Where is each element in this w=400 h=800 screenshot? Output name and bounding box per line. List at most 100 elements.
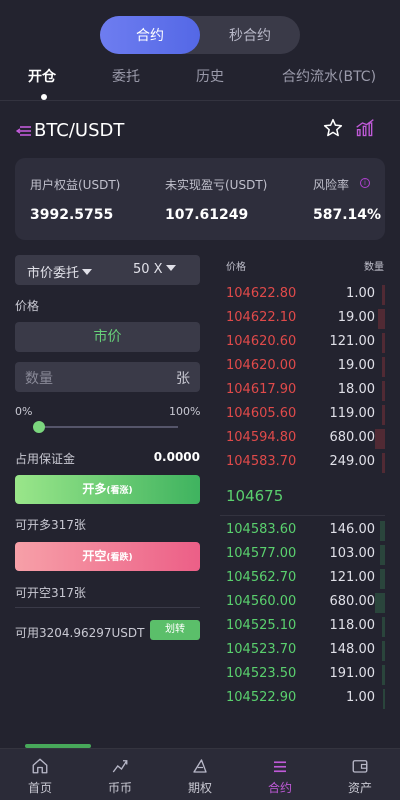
bid-depth-bar [380,521,385,541]
bid-price: 104577.00 [226,546,297,561]
risk-rate-label: 风险率 [313,178,350,192]
tabs-divider [0,100,400,101]
trade-tabs: 开仓 委托 历史 合约流水(BTC) [0,66,400,100]
pair-menu-icon[interactable] [16,123,32,139]
ask-quantity: 18.00 [337,382,375,397]
options-icon [193,759,207,773]
tab-history[interactable]: 历史 [196,66,224,86]
bid-row[interactable]: 104577.00 103.00 [220,543,385,567]
equity-value: 3992.5755 [30,207,114,223]
bid-price: 104523.70 [226,642,297,657]
ask-price: 104594.80 [226,430,297,445]
order-type-label: 市价委托 [27,266,80,281]
bid-price: 104583.60 [226,522,297,537]
bid-quantity: 121.00 [329,570,376,585]
nav-label-options: 期权 [187,781,212,795]
info-icon[interactable]: i [360,178,370,188]
nav-label-assets: 资产 [347,781,372,795]
bid-row[interactable]: 104560.00 680.00 [220,591,385,615]
kline-chart-icon[interactable] [355,118,375,138]
bid-row[interactable]: 104523.70 148.00 [220,639,385,663]
long-available-text: 可开多317张 [15,518,86,532]
ask-price: 104622.10 [226,310,297,325]
contract-mode-button[interactable]: 合约 [100,16,200,54]
tab-orders[interactable]: 委托 [112,66,140,86]
tab-contract-flow[interactable]: 合约流水(BTC) [282,66,376,86]
ask-price: 104620.60 [226,334,297,349]
ask-row[interactable]: 104620.00 19.00 [220,355,385,379]
bid-quantity: 191.00 [329,666,376,681]
nav-item-spot[interactable]: 币币 [80,749,160,800]
second-contract-mode-button[interactable]: 秒合约 [200,16,300,54]
bid-row[interactable]: 104562.70 121.00 [220,567,385,591]
open-long-button[interactable]: 开多(看涨) [15,475,200,504]
bid-quantity: 103.00 [329,546,376,561]
ask-row[interactable]: 104617.90 18.00 [220,379,385,403]
bid-depth-bar [380,545,385,565]
last-price: 104675 [226,487,284,505]
ask-depth-bar [381,357,385,377]
quantity-placeholder: 数量 [25,371,53,387]
orderbook-price-header: 价格 [226,262,246,273]
bid-row[interactable]: 104583.60 146.00 [220,519,385,543]
nav-item-options[interactable]: 期权 [160,749,240,800]
pair-header: BTC/USDT [16,118,386,144]
bid-row[interactable]: 104523.50 191.00 [220,663,385,687]
bid-quantity: 1.00 [346,690,375,705]
open-short-button[interactable]: 开空(看跌) [15,542,200,571]
bid-depth-bar [381,665,385,685]
ask-depth-bar [381,381,385,401]
bid-row[interactable]: 104522.90 1.00 [220,687,385,711]
bid-row[interactable]: 104525.10 118.00 [220,615,385,639]
wallet-icon [352,760,368,773]
ask-row[interactable]: 104622.10 19.00 [220,307,385,331]
quantity-input[interactable]: 数量 张 [15,362,200,392]
unrealized-pnl-label: 未实现盈亏(USDT) [165,178,268,192]
open-long-label: 开多 [82,482,107,496]
price-input[interactable]: 市价 [15,322,200,352]
percentage-slider-track[interactable] [38,426,178,428]
ask-depth-bar [381,333,385,353]
nav-item-home[interactable]: 首页 [0,749,80,800]
margin-value: 0.0000 [153,450,200,464]
tab-open-position[interactable]: 开仓 [28,66,56,86]
bid-depth-bar [381,641,385,661]
risk-rate-value: 587.14% [313,207,382,223]
favorite-star-icon[interactable] [323,118,343,138]
open-long-sub-label: (看涨) [106,486,133,496]
ask-quantity: 19.00 [337,358,375,373]
ask-price: 104620.00 [226,358,297,373]
nav-label-spot: 币币 [107,781,132,795]
ask-row[interactable]: 104583.70 249.00 [220,451,385,475]
bid-quantity: 148.00 [329,642,376,657]
available-balance: 可用3204.96297USDT [15,626,145,640]
ask-quantity: 119.00 [329,406,376,421]
ask-quantity: 1.00 [346,286,375,301]
pair-name[interactable]: BTC/USDT [34,120,124,141]
ask-row[interactable]: 104605.60 119.00 [220,403,385,427]
bottom-navigation: 首页 币币 期权 合约 资产 [0,748,400,800]
order-type-dropdown[interactable]: 市价委托 [27,262,93,281]
open-short-sub-label: (看跌) [106,553,133,563]
bid-depth-bar [381,617,385,637]
percentage-slider-handle[interactable] [33,421,45,433]
ask-row[interactable]: 104620.60 121.00 [220,331,385,355]
bid-price: 104560.00 [226,594,297,609]
bid-quantity: 146.00 [329,522,376,537]
ask-quantity: 249.00 [329,454,376,469]
leverage-dropdown[interactable]: 50 X [133,262,176,277]
nav-item-assets[interactable]: 资产 [320,749,400,800]
transfer-button[interactable]: 划转 [150,620,200,640]
nav-label-contract: 合约 [267,781,292,795]
nav-item-contract[interactable]: 合约 [240,749,320,800]
ask-row[interactable]: 104594.80 680.00 [220,427,385,451]
contract-icon [274,761,286,773]
bid-price: 104523.50 [226,666,297,681]
price-label: 价格 [15,299,40,313]
short-available-text: 可开空317张 [15,586,86,600]
order-type-selector[interactable]: 市价委托 50 X [15,255,200,285]
margin-label: 占用保证金 [15,452,76,466]
ask-row[interactable]: 104622.80 1.00 [220,283,385,307]
quantity-unit: 张 [176,371,190,387]
mode-toggle: 合约 秒合约 [100,16,300,54]
